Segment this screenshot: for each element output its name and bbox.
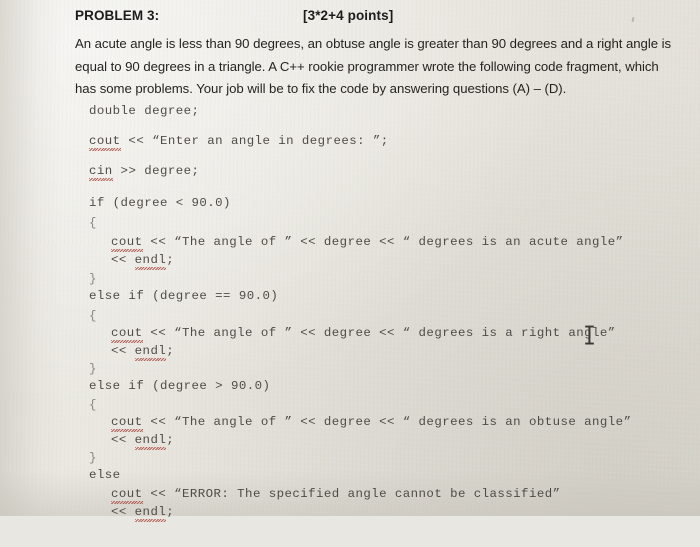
brace-open-3: { [89, 398, 97, 412]
endl-keyword: endl [134, 433, 167, 450]
cout-keyword: cout [111, 235, 143, 252]
endl-suffix: ; [166, 433, 175, 447]
endl-prefix: << [111, 344, 135, 358]
code-text-right: << “The angle of ” << degree << “ degree… [142, 326, 616, 340]
problem-description: An acute angle is less than 90 degrees, … [75, 33, 675, 101]
cout-keyword: cout [111, 415, 143, 432]
endl-keyword: endl [134, 344, 167, 361]
endl-prefix: << [111, 505, 135, 519]
endl-suffix: ; [166, 253, 175, 267]
code-text-obtuse: << “The angle of ” << degree << “ degree… [142, 415, 632, 429]
endl-suffix: ; [166, 344, 175, 358]
problem-header: PROBLEM 3: [3*2+4 points] [75, 8, 680, 28]
endl-keyword: endl [134, 253, 167, 270]
brace-open-2: { [89, 309, 97, 323]
code-text-read: >> degree; [112, 164, 200, 178]
document-content: PROBLEM 3: [3*2+4 points] An acute angle… [0, 0, 700, 522]
description-line-1: An acute angle is less than 90 degrees, … [75, 36, 672, 51]
code-text-acute: << “The angle of ” << degree << “ degree… [142, 235, 624, 249]
endl-prefix: << [111, 433, 135, 447]
code-text-prompt: << “Enter an angle in degrees: ”; [120, 134, 389, 148]
cout-keyword: cout [89, 134, 121, 151]
cout-keyword: cout [111, 487, 143, 504]
endl-suffix: ; [166, 505, 175, 519]
code-text-elseif-right: else if (degree == 90.0) [89, 289, 279, 303]
code-text-elseif-obtuse: else if (degree > 90.0) [89, 379, 271, 393]
brace-close-1: } [89, 272, 97, 286]
endl-prefix: << [111, 253, 135, 267]
code-text-error: << “ERROR: The specified angle cannot be… [142, 487, 561, 501]
brace-close-3: } [89, 451, 97, 465]
endl-keyword: endl [134, 505, 167, 522]
cout-keyword: cout [111, 326, 143, 343]
description-line-3: has some problems. Your job will be to f… [75, 81, 567, 97]
code-text-if-acute: if (degree < 90.0) [89, 196, 231, 210]
code-text-else: else [89, 468, 121, 482]
code-text-declaration: double degree; [89, 104, 200, 118]
brace-open-1: { [89, 216, 97, 230]
description-line-2: equal to 90 degrees in a triangle. A C++… [75, 58, 659, 74]
cin-keyword: cin [89, 164, 113, 181]
points-label: [3*2+4 points] [303, 8, 394, 23]
brace-close-2: } [89, 362, 97, 376]
problem-number-label: PROBLEM 3: [75, 8, 160, 23]
